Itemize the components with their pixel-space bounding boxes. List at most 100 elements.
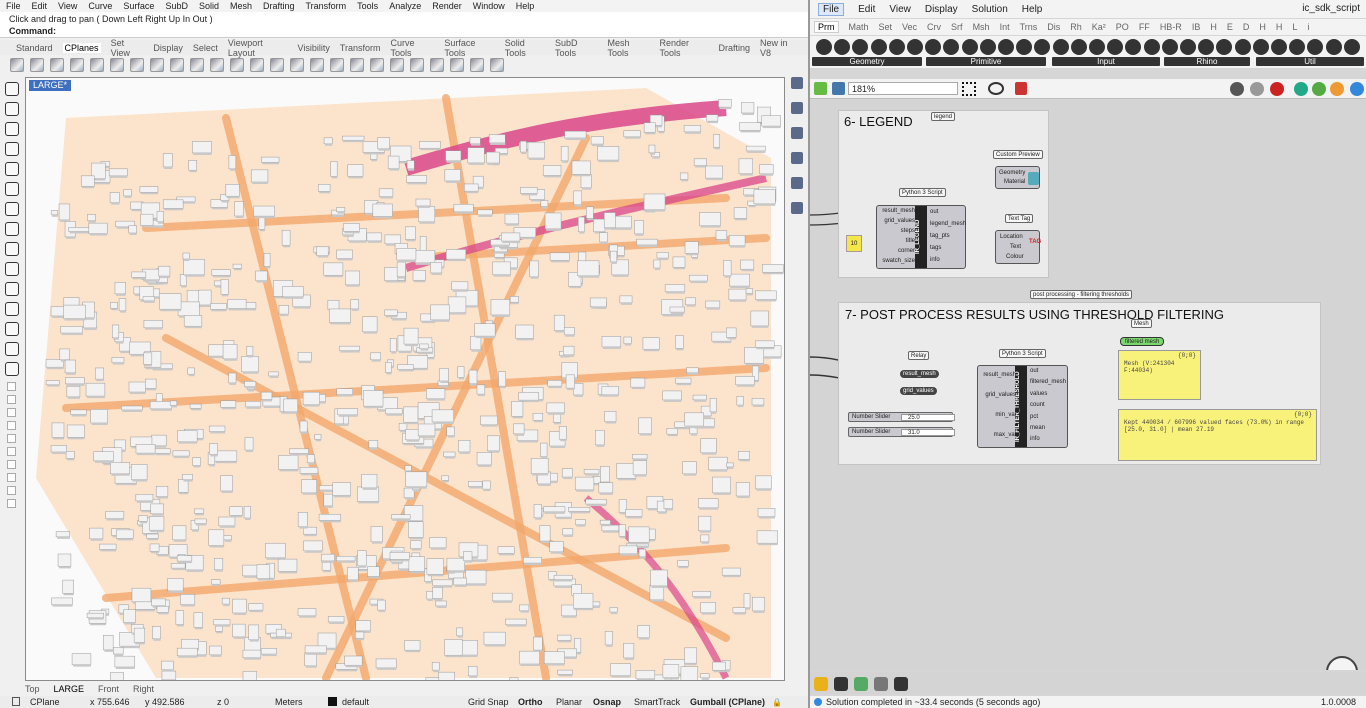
toolbar-button-icon[interactable]	[190, 58, 204, 72]
legend-script-component[interactable]: IR_LEGEND result_mesh grid_values steps tit…	[876, 205, 966, 269]
camera-icon[interactable]	[791, 202, 803, 214]
mesh-quality-icon[interactable]	[1330, 82, 1344, 96]
toolbar-button-icon[interactable]	[490, 58, 504, 72]
toolbar-button-icon[interactable]	[350, 58, 364, 72]
port-count[interactable]: count	[1030, 402, 1045, 408]
gh-tab[interactable]: PO	[1116, 22, 1129, 32]
gh-panel-group-util[interactable]: Util	[1256, 57, 1364, 66]
toolbar-button-icon[interactable]	[50, 58, 64, 72]
gh-tab[interactable]: H	[1259, 22, 1266, 32]
osnap-checkbox[interactable]	[7, 408, 16, 417]
viewport-tab-front[interactable]: Front	[98, 684, 119, 694]
tool-icon[interactable]	[5, 102, 19, 116]
gh-tab[interactable]: H	[1276, 22, 1283, 32]
toolbar-button-icon[interactable]	[390, 58, 404, 72]
gh-menu-edit[interactable]: Edit	[858, 4, 875, 15]
rhino-menu-window[interactable]: Window	[473, 1, 505, 11]
viewport-tab-right[interactable]: Right	[133, 684, 154, 694]
toolbar-button-icon[interactable]	[90, 58, 104, 72]
tool-icon[interactable]	[5, 302, 19, 316]
gh-tab[interactable]: Vec	[902, 22, 917, 32]
tag-icon[interactable]	[874, 677, 888, 691]
gh-tab[interactable]: Rh	[1070, 22, 1082, 32]
toolbar-button-icon[interactable]	[170, 58, 184, 72]
gh-tab[interactable]: E	[1227, 22, 1233, 32]
gh-tab[interactable]: HB-R	[1160, 22, 1182, 32]
toolbar-button-icon[interactable]	[430, 58, 444, 72]
gh-component-icon[interactable]	[870, 39, 887, 55]
text-tag-component[interactable]: Location Text Colour TAG	[995, 230, 1041, 264]
gh-component-icon[interactable]	[1089, 39, 1105, 55]
toolbar-button-icon[interactable]	[30, 58, 44, 72]
gh-component-icon[interactable]	[1252, 39, 1269, 55]
status-cplane[interactable]: CPlane	[30, 697, 60, 707]
port-out[interactable]: out	[1030, 368, 1038, 374]
rhino-tab-select[interactable]: Select	[193, 43, 218, 53]
gh-component-icon[interactable]	[1125, 39, 1142, 55]
rhino-menu-surface[interactable]: Surface	[123, 1, 154, 11]
gh-component-icon[interactable]	[1034, 39, 1051, 55]
toolbar-button-icon[interactable]	[290, 58, 304, 72]
smarttrack-toggle[interactable]: SmartTrack	[634, 697, 680, 707]
port-filtered_mesh[interactable]: filtered_mesh	[1030, 379, 1066, 385]
tool-icon[interactable]	[5, 122, 19, 136]
solver-icon[interactable]	[814, 677, 828, 691]
tool-icon[interactable]	[5, 342, 19, 356]
rhino-tab-visibility[interactable]: Visibility	[298, 43, 330, 53]
rhino-menu-drafting[interactable]: Drafting	[263, 1, 295, 11]
open-file-icon[interactable]	[814, 82, 827, 95]
preview-wire-icon[interactable]	[1250, 82, 1264, 96]
gh-menu-display[interactable]: Display	[925, 4, 958, 15]
rhino-menu-mesh[interactable]: Mesh	[230, 1, 252, 11]
gh-menu-solution[interactable]: Solution	[972, 4, 1008, 15]
rhino-menu-transform[interactable]: Transform	[306, 1, 347, 11]
tool-icon[interactable]	[5, 242, 19, 256]
widget-icon[interactable]	[834, 677, 848, 691]
slider-value[interactable]: 31.0	[901, 429, 955, 436]
tool-icon[interactable]	[5, 162, 19, 176]
gh-component-icon[interactable]	[1271, 39, 1287, 55]
toolbar-button-icon[interactable]	[130, 58, 144, 72]
notification-bell-icon[interactable]	[791, 177, 803, 189]
gh-tab[interactable]: Int	[1000, 22, 1010, 32]
rhino-menu-view[interactable]: View	[58, 1, 77, 11]
gh-component-icon[interactable]	[907, 39, 923, 55]
toolbar-button-icon[interactable]	[370, 58, 384, 72]
gh-tab[interactable]: Dis	[1047, 22, 1060, 32]
threshold-scribble[interactable]: post processing - filtering thresholds	[1030, 290, 1133, 299]
relay-result-mesh[interactable]: result_mesh	[900, 370, 939, 378]
port-info[interactable]: info	[930, 257, 940, 263]
gh-panel-group-geometry[interactable]: Geometry	[812, 57, 922, 66]
preview-selected-icon[interactable]	[1294, 82, 1308, 96]
settings-icon[interactable]	[894, 677, 908, 691]
gh-tab[interactable]: H	[1210, 22, 1217, 32]
gh-tab[interactable]: Srf	[951, 22, 963, 32]
gh-tab[interactable]: Trns	[1020, 22, 1038, 32]
toolbar-button-icon[interactable]	[210, 58, 224, 72]
gh-component-icon[interactable]	[852, 39, 869, 55]
max-value-slider[interactable]: Number Slider 31.0	[848, 427, 955, 437]
toolbar-button-icon[interactable]	[70, 58, 84, 72]
slider-value[interactable]: 25.0	[901, 414, 955, 421]
osnap-checkbox[interactable]	[7, 473, 16, 482]
preview-off-icon[interactable]	[1270, 82, 1284, 96]
eye-icon[interactable]	[988, 82, 1004, 95]
custom-preview-component[interactable]: Geometry Material	[995, 166, 1040, 189]
toolbar-button-icon[interactable]	[330, 58, 344, 72]
gh-canvas[interactable]: 6- LEGEND legend Python 3 Script IR_LEGE…	[810, 100, 1366, 670]
gh-component-icon[interactable]	[1343, 39, 1360, 55]
properties-icon[interactable]	[791, 102, 803, 114]
gh-component-icon[interactable]	[1216, 39, 1233, 55]
gh-component-icon[interactable]	[1198, 39, 1215, 55]
rhino-menu-edit[interactable]: Edit	[32, 1, 48, 11]
rhino-menu-curve[interactable]: Curve	[88, 1, 112, 11]
osnap-checkbox[interactable]	[7, 434, 16, 443]
osnap-checkbox[interactable]	[7, 421, 16, 430]
rhino-tab-standard[interactable]: Standard	[16, 43, 53, 53]
gumball-toggle[interactable]: Gumball (CPlane)	[690, 697, 765, 707]
zoom-extents-icon[interactable]	[962, 82, 976, 96]
gh-menu-file[interactable]: File	[818, 2, 845, 16]
port-values[interactable]: values	[1030, 391, 1047, 397]
rhino-tab-cplanes[interactable]: CPlanes	[62, 42, 101, 53]
osnap-checkbox[interactable]	[7, 382, 16, 391]
